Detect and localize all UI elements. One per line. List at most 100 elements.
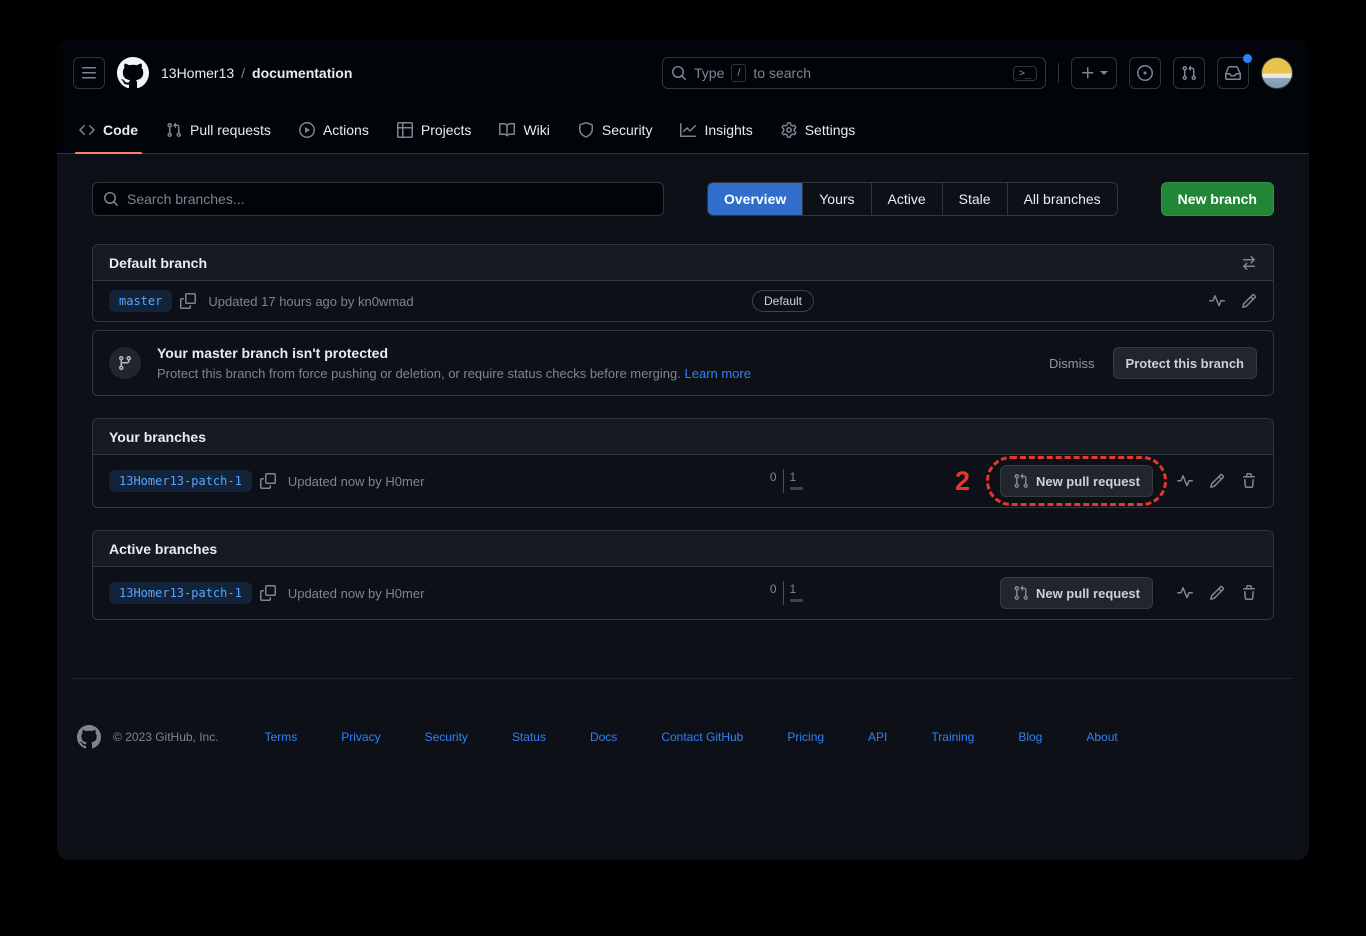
active-branches-section: Active branches 13Homer13-patch-1 Update… [92,530,1274,620]
new-pull-request-button[interactable]: New pull request [1000,577,1153,609]
section-title: Your branches [109,429,206,445]
global-search-box[interactable]: Type / to search >_ [662,57,1046,89]
branch-updated-text: Updated now by H0mer [288,586,425,601]
git-pull-request-icon [1181,65,1197,81]
tab-wiki[interactable]: Wiki [485,106,563,153]
branch-activity-button[interactable] [1177,473,1193,489]
search-placeholder-prefix: Type [694,65,724,81]
branch-row: master Updated 17 hours ago by kn0wmad D… [93,281,1273,321]
pulse-icon [1177,473,1193,489]
footer-link-blog[interactable]: Blog [1018,730,1042,744]
footer-link-security[interactable]: Security [425,730,468,744]
branch-activity-button[interactable] [1177,585,1193,601]
pull-requests-button[interactable] [1173,57,1205,89]
avatar[interactable] [1261,57,1293,89]
rename-branch-button[interactable] [1241,293,1257,309]
tab-code[interactable]: Code [65,106,152,153]
breadcrumb-owner[interactable]: 13Homer13 [161,65,234,81]
default-branch-header: Default branch [93,245,1273,281]
table-icon [397,122,413,138]
footer-link-privacy[interactable]: Privacy [341,730,380,744]
footer-link-contact[interactable]: Contact GitHub [661,730,743,744]
copy-icon [180,293,196,309]
issue-opened-icon [1137,65,1153,81]
create-new-button[interactable] [1071,57,1117,89]
code-icon [79,122,95,138]
breadcrumb-repo[interactable]: documentation [252,65,352,81]
branch-filter-tabs: Overview Yours Active Stale All branches [707,182,1118,216]
hamburger-menu-button[interactable] [73,57,105,89]
arrow-switch-icon [1241,255,1257,271]
ahead-bar [790,487,803,490]
tab-settings[interactable]: Settings [767,106,870,153]
github-mark-icon [117,57,149,89]
tab-actions[interactable]: Actions [285,106,383,153]
footer-link-api[interactable]: API [868,730,887,744]
compare-branches-button[interactable] [1241,255,1257,271]
search-branches-input[interactable] [127,191,653,207]
tab-actions-label: Actions [323,122,369,138]
tab-insights-label: Insights [704,122,752,138]
footer-link-docs[interactable]: Docs [590,730,617,744]
new-pull-request-button[interactable]: New pull request [1000,465,1153,497]
unread-notification-dot [1243,54,1252,63]
tab-pull-requests[interactable]: Pull requests [152,106,285,153]
github-logo[interactable] [117,57,149,89]
pencil-icon [1209,585,1225,601]
shield-icon [578,122,594,138]
branch-name-link[interactable]: 13Homer13-patch-1 [109,470,252,492]
copy-branch-name-button[interactable] [260,473,276,489]
branch-protection-banner: Your master branch isn't protected Prote… [92,330,1274,396]
branch-name-link[interactable]: 13Homer13-patch-1 [109,582,252,604]
section-title: Default branch [109,255,207,271]
footer-link-pricing[interactable]: Pricing [787,730,824,744]
repo-nav: Code Pull requests Actions Projects Wiki… [57,106,1309,154]
rename-branch-button[interactable] [1209,473,1225,489]
rename-branch-button[interactable] [1209,585,1225,601]
new-pull-request-label: New pull request [1036,586,1140,601]
active-branches-header: Active branches [93,531,1273,567]
footer-link-terms[interactable]: Terms [265,730,298,744]
search-icon [671,65,687,81]
default-badge: Default [752,290,814,312]
issues-button[interactable] [1129,57,1161,89]
tab-security[interactable]: Security [564,106,667,153]
branch-activity-button[interactable] [1209,293,1225,309]
learn-more-link[interactable]: Learn more [685,366,751,381]
new-branch-button[interactable]: New branch [1161,182,1274,216]
delete-branch-button[interactable] [1241,585,1257,601]
filter-yours[interactable]: Yours [802,183,870,215]
filter-stale[interactable]: Stale [942,183,1007,215]
plus-icon [1080,65,1096,81]
ahead-count: 1 [784,469,803,493]
filter-overview[interactable]: Overview [708,183,802,215]
branch-name-link[interactable]: master [109,290,172,312]
branch-protection-circle [109,347,141,379]
footer-link-status[interactable]: Status [512,730,546,744]
your-branches-header: Your branches [93,419,1273,455]
git-pull-request-icon [166,122,182,138]
default-branch-section: Default branch master Updated 17 hours a… [92,244,1274,322]
graph-icon [680,122,696,138]
dismiss-button[interactable]: Dismiss [1049,356,1095,371]
filter-active[interactable]: Active [871,183,942,215]
inbox-icon [1225,65,1241,81]
command-palette-icon[interactable]: >_ [1013,66,1037,81]
footer-link-training[interactable]: Training [931,730,974,744]
search-branches-box[interactable] [92,182,664,216]
header: 13Homer13 / documentation Type / to sear… [57,40,1309,106]
branch-protection-text: Your master branch isn't protected Prote… [157,345,751,381]
delete-branch-button[interactable] [1241,473,1257,489]
filter-all-branches[interactable]: All branches [1007,183,1117,215]
tab-projects[interactable]: Projects [383,106,486,153]
ahead-bar [790,599,803,602]
footer-link-about[interactable]: About [1086,730,1117,744]
chevron-down-icon [1100,71,1108,75]
copy-branch-name-button[interactable] [260,585,276,601]
breadcrumb-separator: / [241,65,245,81]
tab-insights[interactable]: Insights [666,106,766,153]
notifications-wrap [1217,57,1249,89]
protect-branch-button[interactable]: Protect this branch [1113,347,1257,379]
copy-branch-name-button[interactable] [180,293,196,309]
search-placeholder-suffix: to search [753,65,811,81]
